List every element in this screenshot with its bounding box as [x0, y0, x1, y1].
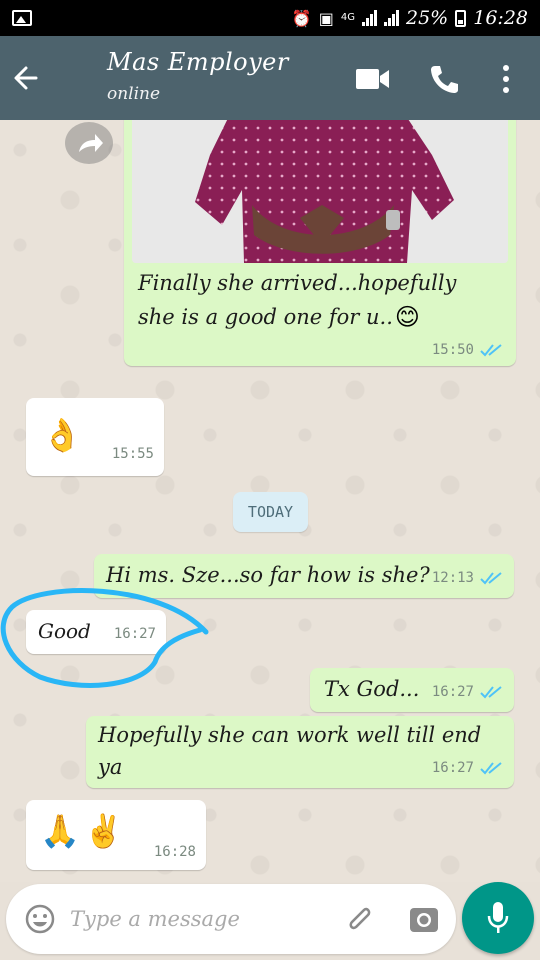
- mic-icon: [487, 902, 509, 933]
- alarm-icon: ⏰: [291, 8, 312, 28]
- outgoing-message[interactable]: Tx God... 16:27: [310, 668, 514, 712]
- image-icon: [12, 10, 32, 26]
- chat-header: Mas Employer online: [0, 36, 540, 120]
- incoming-message[interactable]: 👌 15:55: [26, 398, 164, 476]
- time-label: 12:13: [431, 570, 474, 586]
- signal-icon: [384, 10, 399, 26]
- message-time: 12:13: [432, 570, 502, 586]
- outgoing-message[interactable]: Hopefully she can work well till end ya …: [86, 716, 514, 788]
- back-arrow-icon[interactable]: [12, 60, 40, 96]
- smile-emoji: 😊: [394, 303, 420, 331]
- message-composer: [6, 884, 456, 954]
- time-label: 16:28: [153, 844, 196, 860]
- mic-button[interactable]: [462, 882, 534, 954]
- time-label: 15:50: [431, 342, 474, 358]
- message-input[interactable]: [70, 899, 290, 939]
- photo[interactable]: [132, 120, 508, 263]
- camera-icon[interactable]: [408, 904, 440, 934]
- status-bar: ⏰ ▣ 4G 25% 16:28: [0, 0, 540, 36]
- time-label: 16:27: [431, 684, 474, 700]
- read-receipt-icon: [480, 686, 502, 699]
- emoji-text: 🙏✌️: [40, 812, 128, 850]
- contact-status: online: [107, 84, 161, 104]
- annotation-circle: [0, 588, 209, 688]
- read-receipt-icon: [480, 344, 502, 357]
- contact-name[interactable]: Mas Employer: [107, 48, 289, 76]
- phone-call-icon[interactable]: [428, 63, 460, 95]
- forward-button[interactable]: [65, 122, 113, 164]
- forward-icon: [79, 134, 103, 152]
- battery-percent: 25%: [406, 7, 449, 29]
- network-type: 4G: [340, 12, 355, 23]
- emoji-icon[interactable]: [24, 903, 56, 935]
- time-label: 16:27: [431, 760, 474, 776]
- video-call-icon[interactable]: [356, 68, 390, 90]
- image-caption-line2: she is a good one for u..: [138, 305, 393, 329]
- message-time: 15:50: [432, 342, 502, 358]
- message-text: Tx God...: [324, 677, 420, 701]
- image-caption-line1: Finally she arrived...hopefully: [138, 271, 457, 295]
- chat-area[interactable]: Finally she arrived...hopefully she is a…: [0, 120, 540, 882]
- message-text-line1: Hopefully she can work well till end: [98, 723, 482, 747]
- ok-hand-emoji: 👌: [42, 416, 82, 454]
- signal-icon: [362, 10, 377, 26]
- more-vert-icon[interactable]: [500, 64, 512, 94]
- battery-icon: [455, 9, 467, 27]
- clock: 16:28: [473, 7, 528, 29]
- message-time: 16:27: [432, 684, 502, 700]
- incoming-message[interactable]: 🙏✌️ 16:28: [26, 800, 206, 870]
- date-divider: TODAY: [233, 492, 308, 532]
- time-label: 15:55: [111, 446, 154, 462]
- read-receipt-icon: [480, 572, 502, 585]
- attach-clip-icon[interactable]: [342, 902, 376, 936]
- read-receipt-icon: [480, 762, 502, 775]
- vibrate-icon: ▣: [318, 8, 334, 28]
- message-time: 16:27: [432, 760, 502, 776]
- image-message[interactable]: Finally she arrived...hopefully she is a…: [124, 120, 516, 366]
- message-text-line2: ya: [98, 755, 123, 779]
